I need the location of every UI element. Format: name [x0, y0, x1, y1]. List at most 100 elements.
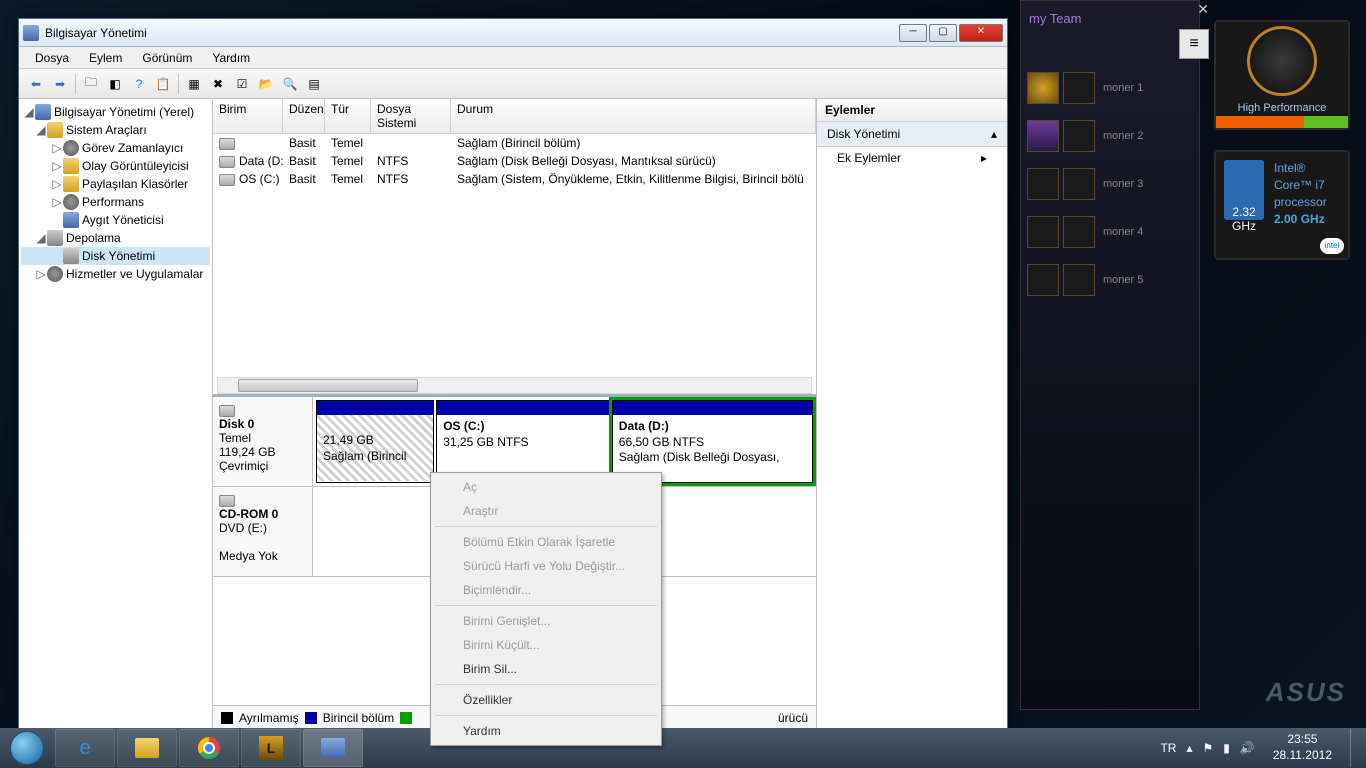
col-status[interactable]: Durum [451, 99, 816, 133]
taskbar-ie[interactable]: e [55, 729, 115, 767]
tray-clock[interactable]: 23:55 28.11.2012 [1265, 732, 1340, 763]
menu-help[interactable]: Yardım [202, 49, 260, 67]
menu-file[interactable]: Dosya [25, 49, 79, 67]
ctx-change-letter: Sürücü Harfi ve Yolu Değiştir... [433, 554, 659, 578]
window-title: Bilgisayar Yönetimi [45, 26, 897, 40]
ctx-delete-volume[interactable]: Birim Sil... [433, 657, 659, 681]
summoner-row-4[interactable]: moner 4 [1021, 210, 1199, 254]
tool-btn-2[interactable]: ✖ [207, 73, 229, 95]
volume-row[interactable]: Data (D:)BasitTemelNTFSSağlam (Disk Bell… [213, 152, 816, 170]
perf-label: High Performance [1216, 100, 1348, 116]
bg-app-menu-button[interactable]: ≡ [1179, 29, 1209, 59]
close-button[interactable]: ✕ [959, 24, 1003, 42]
disk-0-info[interactable]: Disk 0 Temel 119,24 GB Çevrimiçi [213, 397, 313, 486]
partition-os-c[interactable]: OS (C:)31,25 GB NTFS [436, 400, 610, 483]
tree-disk-management[interactable]: Disk Yönetimi [21, 247, 210, 265]
horizontal-scrollbar[interactable] [217, 377, 812, 394]
show-desktop-button[interactable] [1350, 729, 1358, 767]
tree-task-scheduler[interactable]: ▷Görev Zamanlayıcı [21, 139, 210, 157]
tray-volume-icon[interactable]: 🔊 [1240, 741, 1255, 755]
scrollbar-thumb[interactable] [238, 379, 418, 392]
tool-btn-3[interactable]: ☑ [231, 73, 253, 95]
col-fs[interactable]: Dosya Sistemi [371, 99, 451, 133]
tray-lang[interactable]: TR [1160, 741, 1176, 755]
actions-section-diskmgmt[interactable]: Disk Yönetimi▴ [817, 122, 1007, 147]
tool-btn-6[interactable]: ▤ [303, 73, 325, 95]
menu-action[interactable]: Eylem [79, 49, 132, 67]
gadget-cpu[interactable]: 2.32GHz Intel® Core™ i7 processor 2.00 G… [1214, 150, 1350, 260]
tree-system-tools[interactable]: ◢Sistem Araçları [21, 121, 210, 139]
help-button[interactable]: ? [128, 73, 150, 95]
ctx-format: Biçimlendir... [433, 578, 659, 602]
tree-services[interactable]: ▷Hizmetler ve Uygulamalar [21, 265, 210, 283]
tray-chevron-up-icon[interactable]: ▴ [1186, 741, 1192, 755]
disk-icon [219, 405, 235, 417]
bg-app-close-icon[interactable]: ✕ [1179, 1, 1209, 16]
col-volume[interactable]: Birim [213, 99, 283, 133]
summoner-row-1[interactable]: moner 1 [1021, 66, 1199, 110]
summoner-row-5[interactable]: moner 5 [1021, 258, 1199, 302]
maximize-button[interactable]: ▢ [929, 24, 957, 42]
taskbar-compmgmt[interactable] [303, 729, 363, 767]
cpu-chip-icon: 2.32GHz [1224, 160, 1264, 220]
nav-back-button[interactable]: ⬅ [25, 73, 47, 95]
ctx-explore: Araştır [433, 499, 659, 523]
tool-btn-1[interactable]: ▦ [183, 73, 205, 95]
app-icon [23, 25, 39, 41]
minimize-button[interactable]: ─ [899, 24, 927, 42]
volume-list[interactable]: BasitTemelSağlam (Birincil bölüm) Data (… [213, 134, 816, 394]
toolbar: ⬅ ➡ 🗀 ◧ ? 📋 ▦ ✖ ☑ 📂 🔍 ▤ [19, 69, 1007, 99]
show-hide-tree-button[interactable]: ◧ [104, 73, 126, 95]
chevron-right-icon: ▸ [981, 151, 987, 165]
tree-device-manager[interactable]: Aygıt Yöneticisi [21, 211, 210, 229]
volume-list-header[interactable]: Birim Düzen Tür Dosya Sistemi Durum [213, 99, 816, 134]
tray-network-icon[interactable]: ▮ [1223, 741, 1230, 755]
start-button[interactable] [0, 728, 54, 768]
tool-btn-5[interactable]: 🔍 [279, 73, 301, 95]
tree-shared-folders[interactable]: ▷Paylaşılan Klasörler [21, 175, 210, 193]
taskbar-chrome[interactable] [179, 729, 239, 767]
context-menu: Aç Araştır Bölümü Etkin Olarak İşaretle … [430, 472, 662, 746]
col-type[interactable]: Tür [325, 99, 371, 133]
drive-icon [219, 174, 235, 186]
cdrom-0-info[interactable]: CD-ROM 0 DVD (E:) Medya Yok [213, 487, 313, 576]
volume-row[interactable]: OS (C:)BasitTemelNTFSSağlam (Sistem, Öny… [213, 170, 816, 188]
system-tray: TR ▴ ⚑ ▮ 🔊 23:55 28.11.2012 [1152, 729, 1366, 767]
up-button[interactable]: 🗀 [80, 73, 102, 95]
background-app-window: ✕ my Team ≡ moner 1 moner 2 moner 3 mone… [1020, 0, 1200, 710]
taskbar-lol[interactable]: L [241, 729, 301, 767]
tree-storage[interactable]: ◢Depolama [21, 229, 210, 247]
titlebar[interactable]: Bilgisayar Yönetimi ─ ▢ ✕ [19, 19, 1007, 47]
tray-flag-icon[interactable]: ⚑ [1203, 741, 1214, 755]
menubar: Dosya Eylem Görünüm Yardım [19, 47, 1007, 69]
tree-root[interactable]: ◢Bilgisayar Yönetimi (Yerel) [21, 103, 210, 121]
refresh-button[interactable]: 📋 [152, 73, 174, 95]
actions-header: Eylemler [817, 99, 1007, 122]
windows-orb-icon [10, 731, 44, 765]
volume-row[interactable]: BasitTemelSağlam (Birincil bölüm) [213, 134, 816, 152]
col-layout[interactable]: Düzen [283, 99, 325, 133]
tree-event-viewer[interactable]: ▷Olay Görüntüleyicisi [21, 157, 210, 175]
nav-forward-button[interactable]: ➡ [49, 73, 71, 95]
ctx-help[interactable]: Yardım [433, 719, 659, 743]
partition-data-d[interactable]: Data (D:)66,50 GB NTFSSağlam (Disk Belle… [612, 400, 813, 483]
bg-app-title: my Team [1021, 1, 1199, 36]
intel-logo-icon: intel [1320, 238, 1344, 254]
actions-more[interactable]: Ek Eylemler▸ [817, 147, 1007, 169]
summoner-row-2[interactable]: moner 2 [1021, 114, 1199, 158]
summoner-row-3[interactable]: moner 3 [1021, 162, 1199, 206]
ctx-open: Aç [433, 475, 659, 499]
asus-logo: ASUS [1266, 677, 1346, 708]
gadget-performance[interactable]: High Performance [1214, 20, 1350, 130]
ctx-properties[interactable]: Özellikler [433, 688, 659, 712]
tree-performance[interactable]: ▷Performans [21, 193, 210, 211]
taskbar-explorer[interactable] [117, 729, 177, 767]
perf-bar [1216, 116, 1348, 128]
menu-view[interactable]: Görünüm [132, 49, 202, 67]
taskbar: e L TR ▴ ⚑ ▮ 🔊 23:55 28.11.2012 [0, 728, 1366, 768]
console-tree[interactable]: ◢Bilgisayar Yönetimi (Yerel) ◢Sistem Ara… [19, 99, 213, 729]
drive-icon [219, 156, 235, 168]
tool-btn-4[interactable]: 📂 [255, 73, 277, 95]
ctx-extend: Birimi Genişlet... [433, 609, 659, 633]
partition-system-reserved[interactable]: 21,49 GBSağlam (Birincil [316, 400, 434, 483]
